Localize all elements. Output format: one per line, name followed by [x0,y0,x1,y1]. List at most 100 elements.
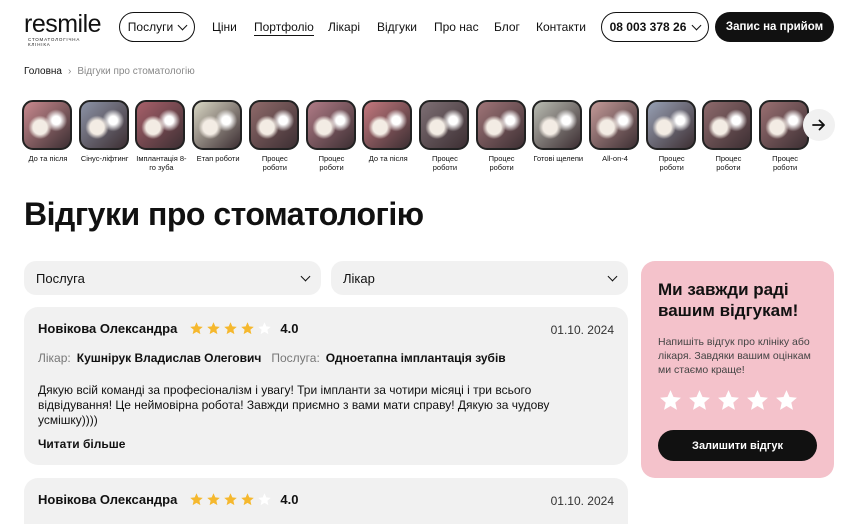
portfolio-thumbnail[interactable]: Процес роботи [645,100,698,172]
star-empty-icon [258,322,272,335]
panel-title: Ми завжди раді вашим відгукам! [658,280,799,320]
thumbnail-image [362,100,413,150]
star-empty-icon[interactable] [745,388,770,413]
star-filled-icon [207,322,221,335]
chevron-down-icon [300,271,311,281]
thumbnail-image [135,100,186,150]
portfolio-thumbnail[interactable]: Процес роботи [305,100,358,172]
thumbnail-label: До та після [368,154,408,163]
review-text: Дякую всій команді за професіоналізм і у… [38,383,550,427]
star-empty-icon [258,493,272,506]
chevron-down-icon [607,271,618,281]
portfolio-thumbnail[interactable]: Імплантація 8-го зуба [135,100,187,172]
nav-blog[interactable]: Блог [494,20,520,34]
portfolio-thumbnails: До та після Сінус-ліфтинг Імплантація 8-го… [22,100,822,180]
phone-number: 08 003 378 26 [609,20,687,34]
review-header: Новікова Олександра 4.0 [38,492,298,507]
thumbnail-label: Процес роботи [431,154,458,172]
nav-doctors[interactable]: Лікарі [328,20,360,34]
rating-stars [189,321,272,336]
portfolio-thumbnail[interactable]: Процес роботи [418,100,471,172]
portfolio-thumbnail[interactable]: Готові щелепи [532,100,584,163]
thumbnail-label: All-on-4 [602,154,628,163]
star-empty-icon[interactable] [774,388,799,413]
star-filled-icon [241,322,255,335]
star-filled-icon [241,493,255,506]
arrow-right-icon [812,119,825,131]
rating-value: 4.0 [280,492,299,507]
review-header: Новікова Олександра 4.0 [38,321,298,336]
carousel-next-button[interactable] [803,109,835,141]
portfolio-thumbnail[interactable]: Процес роботи [475,100,528,172]
thumbnail-image [22,100,72,150]
thumbnail-label: Процес роботи [715,154,742,172]
doctor-label: Лікар: [38,351,71,365]
nav-about[interactable]: Про нас [434,20,479,34]
star-empty-icon[interactable] [687,388,712,413]
logo-text: resmile [24,10,102,38]
star-empty-icon[interactable] [716,388,741,413]
services-label: Послуги [127,20,174,34]
services-dropdown-button[interactable]: Послуги [119,12,195,42]
portfolio-thumbnail[interactable]: Процес роботи [248,100,301,172]
phone-dropdown-button[interactable]: 08 003 378 26 [601,12,709,42]
portfolio-thumbnail[interactable]: Сінус-ліфтинг [78,100,131,163]
rating-input-stars[interactable] [658,388,799,413]
logo[interactable]: resmile стоматологічна клініка [24,10,104,48]
review-date: 01.10. 2024 [550,323,614,337]
thumbnail-image [589,100,639,150]
panel-text: Напишіть відгук про клініку або лікаря. … [658,336,811,376]
doctor-filter-select[interactable]: Лікар [331,261,628,295]
thumbnail-image [532,100,583,150]
thumbnail-label: Готові щелепи [533,154,584,163]
service-label: Послуга: [271,351,320,365]
star-filled-icon [190,322,204,335]
star-filled-icon [190,493,204,506]
thumbnail-label: Етап роботи [196,154,240,163]
breadcrumb-home-link[interactable]: Головна [24,66,62,77]
star-filled-icon [224,322,238,335]
breadcrumb: Головна › Відгуки про стоматологію [24,66,195,77]
thumbnail-image [248,100,299,150]
service-name: Одноетапна імплантація зубів [325,351,506,365]
doctor-name: Кушнірук Владислав Олегович [76,351,262,365]
thumbnail-image [305,100,356,150]
review-card: Новікова Олександра 4.0 01.10. 2024 [24,478,628,524]
portfolio-thumbnail[interactable]: Процес роботи [702,100,754,172]
thumbnail-label: До та після [28,154,68,163]
service-filter-label: Послуга [36,270,85,286]
review-card: Новікова Олександра 4.0 01.10. 2024 Ліка… [24,307,628,465]
nav-prices[interactable]: Ціни [212,20,237,34]
nav-reviews[interactable]: Відгуки [377,20,417,34]
thumbnail-image [192,100,243,150]
nav-contacts[interactable]: Контакти [536,20,586,34]
rating-value: 4.0 [280,321,299,336]
star-filled-icon [224,493,238,506]
leave-review-button[interactable]: Залишити відгук [658,430,817,461]
thumbnail-image [759,100,810,150]
portfolio-thumbnail[interactable]: Процес роботи [759,100,811,172]
rating-stars [189,492,272,507]
service-filter-select[interactable]: Послуга [24,261,321,295]
chevron-right-icon: › [68,66,72,77]
portfolio-thumbnail[interactable]: До та після [362,100,414,163]
nav-portfolio[interactable]: Портфоліо [254,20,314,36]
leave-review-panel: Ми завжди раді вашим відгукам! Напишіть … [641,261,834,478]
star-empty-icon[interactable] [658,388,683,413]
breadcrumb-current: Відгуки про стоматологію [77,66,195,77]
portfolio-thumbnail[interactable]: Етап роботи [192,100,244,163]
thumbnail-label: Сінус-ліфтинг [80,154,129,163]
thumbnail-image [645,100,696,150]
read-more-link[interactable]: Читати більше [38,437,125,451]
chevron-down-icon [691,20,702,30]
page-title: Відгуки про стоматологію [24,196,424,232]
doctor-filter-label: Лікар [343,270,375,286]
portfolio-thumbnail[interactable]: All-on-4 [589,100,641,163]
thumbnail-image [702,100,753,150]
book-appointment-button[interactable]: Запис на прийом [715,12,834,42]
site-header: resmile стоматологічна клініка Послуги Ц… [0,0,858,54]
thumbnail-label: Процес роботи [488,154,515,172]
thumbnail-label: Процес роботи [318,154,345,172]
portfolio-thumbnail[interactable]: До та після [22,100,74,163]
thumbnail-label: Процес роботи [772,154,799,172]
